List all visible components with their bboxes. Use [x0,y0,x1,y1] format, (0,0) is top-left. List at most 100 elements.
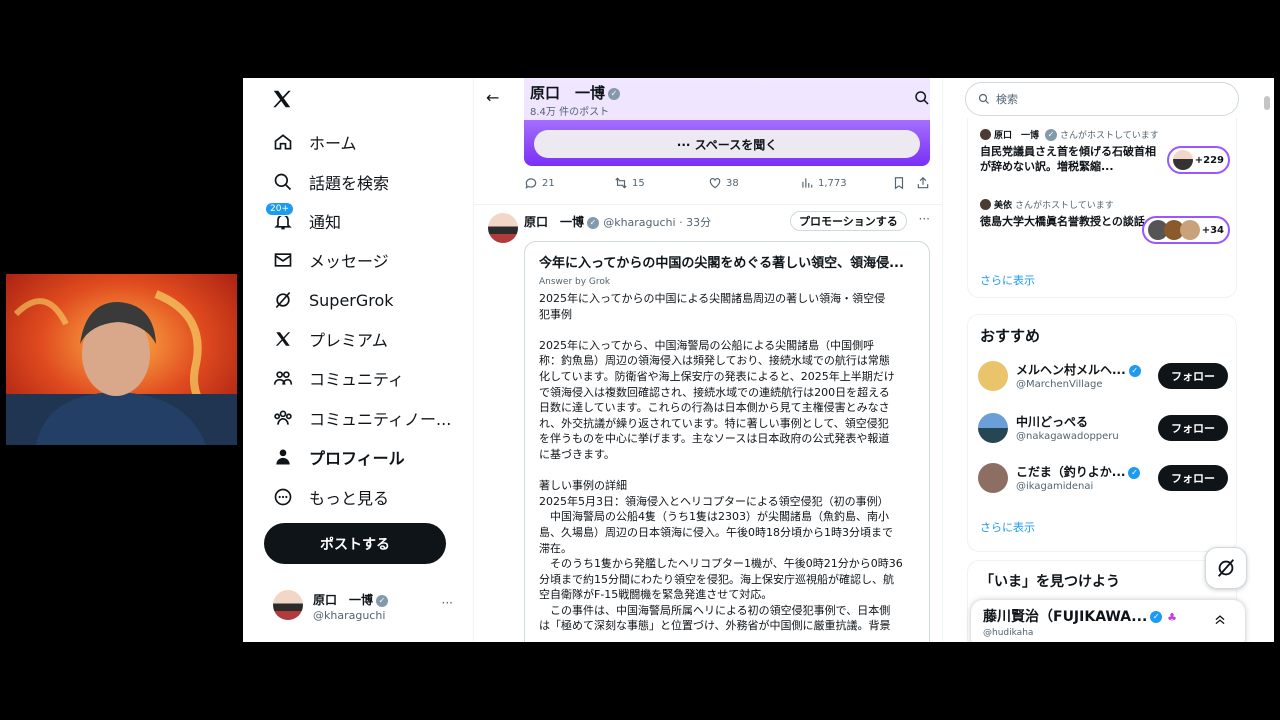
suggestion-name: こだま（釣りよか... [1016,465,1126,479]
follow-button[interactable]: フォロー [1158,415,1228,441]
verified-badge-icon: ✓ [1150,611,1163,623]
avatar[interactable] [978,463,1008,493]
floating-profile-name-row: 藤川賢治（FUJIKAWA... ✓ ♣ [983,606,1177,626]
live-spaces-panel: 原口 一博 ✓ さんがホストしています 自民党議員さえ首を傾げる石破首相が辞めない訳… [967,118,1237,298]
floating-profile-card[interactable]: 藤川賢治（FUJIKAWA... ✓ ♣ @hudikaha [971,600,1245,642]
space-title: 徳島大学大橋眞名誉教授との談話 [980,215,1145,228]
grok-icon [1217,559,1235,577]
live-space-item[interactable]: 美依 さんがホストしています 徳島大学大橋眞名誉教授との談話 +34 [980,198,1230,244]
space-host-suffix: さんがホストしています [1015,201,1114,211]
follow-suggestion[interactable]: メルヘン村メルヘ... ✓ @MarchenVillage フォロー [978,359,1228,395]
suggestion-handle: @nakagawadopperu [1016,431,1119,442]
verified-badge-icon: ✓ [1128,364,1141,377]
community-notes-icon [271,406,295,430]
nav-supergrok[interactable]: SuperGrok [271,284,394,316]
show-more-link[interactable]: さらに表示 [980,519,1035,535]
grok-answer-body: 2025年に入ってからの中国による尖閣諸島周辺の著しい領海・領空侵 犯事例 20… [539,292,903,633]
reply-icon [525,178,537,189]
show-more-link[interactable]: さらに表示 [980,272,1035,288]
like-count: 38 [726,177,739,189]
avatar [980,129,991,140]
avatar[interactable] [978,361,1008,391]
search-input[interactable]: 検索 [965,82,1239,116]
share-icon[interactable] [916,176,930,190]
chevron-up-icon[interactable] [1213,612,1227,630]
nav-community-notes[interactable]: コミュニティノー... [271,402,451,434]
search-icon[interactable] [914,90,930,110]
tweet[interactable]: 原口 一博 ✓ @kharaguchi · 33分 プロモーションする ··· 今… [474,204,942,642]
nav-community-notes-label: コミュニティノー... [309,410,452,429]
more-icon[interactable]: ··· [919,212,930,226]
listen-space-button[interactable]: ··· スペースを聞く [534,130,920,158]
person-icon [271,445,295,469]
follow-button[interactable]: フォロー [1158,465,1228,491]
repost-count: 15 [632,177,645,189]
repost-button[interactable]: 15 [614,176,645,190]
promote-button[interactable]: プロモーションする [790,211,907,231]
who-to-follow-title: おすすめ [980,327,1041,345]
presenter-image [6,274,237,445]
follow-suggestion[interactable]: 中川どっぺる @nakagawadopperu フォロー [978,411,1228,447]
suggestion-name-row: こだま（釣りよか... ✓ [1016,463,1141,480]
floating-profile-name: 藤川賢治（FUJIKAWA... [983,609,1148,625]
x-logo-icon[interactable] [271,88,297,114]
bookmark-icon[interactable] [892,176,906,190]
suggestion-name: メルヘン村メルヘ... [1016,363,1126,377]
home-icon [271,130,295,154]
avatar [1172,150,1193,170]
account-name: 原口 一博 [313,593,374,607]
nav-premium[interactable]: プレミアム [271,323,388,355]
follow-suggestion[interactable]: こだま（釣りよか... ✓ @ikagamidenai フォロー [978,461,1228,497]
views-button[interactable]: 1,773 [800,176,847,190]
space-host-name: 美依 [994,201,1013,211]
nav-profile-label: プロフィール [309,449,405,468]
space-host-name: 原口 一博 [994,131,1040,141]
nav-profile[interactable]: プロフィール [271,441,405,473]
space-listeners-pill[interactable]: +34 [1141,216,1230,244]
heart-icon [709,178,721,189]
suggestion-name: 中川どっぺる [1016,415,1089,429]
space-listeners-pill[interactable]: +229 [1166,146,1230,174]
suggestion-name-row: メルヘン村メルヘ... ✓ [1016,361,1141,378]
nav-notifications[interactable]: 20+ 通知 [265,202,342,237]
nav-more[interactable]: もっと見る [271,481,389,513]
floating-profile-handle: @hudikaha [983,628,1034,638]
grok-answer-card[interactable]: 今年に入ってからの中国の尖閣をめぐる著しい領空、領海侵... Answer by… [524,241,930,642]
account-switcher[interactable]: 原口 一博 ✓ @kharaguchi ··· [273,590,463,626]
nav-notifications-label: 通知 [309,213,342,232]
scrollbar[interactable] [1264,96,1270,110]
x-logo-icon [271,327,295,351]
tweet-author-name[interactable]: 原口 一博 [524,215,584,229]
nav-explore[interactable]: 話題を検索 [271,166,389,198]
avatar[interactable] [978,413,1008,443]
like-button[interactable]: 38 [708,176,739,190]
verified-badge-icon: ✓ [376,594,389,607]
verified-badge-icon: ✓ [608,87,621,100]
back-arrow-icon[interactable]: ← [486,88,499,107]
verified-badge-icon: ✓ [1128,466,1141,479]
left-navigation: ホーム 話題を検索 20+ 通知 メッセージ SuperGrok プレミアム コ… [243,78,473,642]
space-listener-count: +229 [1194,154,1224,166]
reply-button[interactable]: 21 [524,176,555,190]
follow-button[interactable]: フォロー [1158,363,1228,389]
more-icon[interactable]: ··· [442,596,453,610]
nav-home[interactable]: ホーム [271,126,357,158]
post-button[interactable]: ポストする [264,523,446,564]
avatar[interactable] [488,213,518,243]
nav-supergrok-label: SuperGrok [309,290,394,310]
nav-messages[interactable]: メッセージ [271,244,389,276]
live-space-item[interactable]: 原口 一博 ✓ さんがホストしています 自民党議員さえ首を傾げる石破首相が辞めない訳… [980,128,1230,174]
search-placeholder: 検索 [996,93,1018,106]
nav-communities-label: コミュニティ [309,370,405,389]
tweet-author-row: 原口 一博 ✓ @kharaguchi · 33分 [524,213,711,230]
suggestion-handle: @MarchenVillage [1016,379,1103,390]
nav-communities[interactable]: コミュニティ [271,362,404,394]
account-name-row: 原口 一博 ✓ [313,591,389,608]
space-host-row: 美依 さんがホストしています [980,198,1230,211]
browser-viewport: ホーム 話題を検索 20+ 通知 メッセージ SuperGrok プレミアム コ… [243,78,1274,642]
space-title: 自民党議員さえ首を傾げる石破首相が辞めない訳。増税緊縮... [980,145,1156,173]
grok-floating-button[interactable] [1205,547,1247,589]
search-icon [978,93,989,104]
who-to-follow-panel: おすすめ メルヘン村メルヘ... ✓ @MarchenVillage フォロー 中… [967,314,1237,552]
avatar [980,199,991,210]
